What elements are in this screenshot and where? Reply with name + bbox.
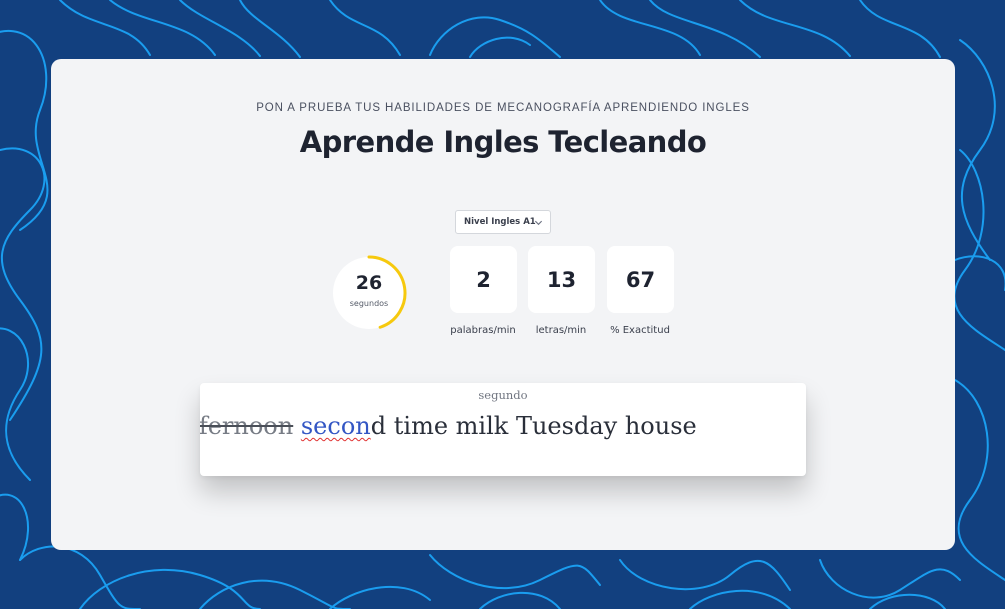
level-select[interactable]: Nivel Ingles A1 (455, 210, 551, 234)
page-subtitle: PON A PRUEBA TUS HABILIDADES DE MECANOGR… (256, 102, 750, 114)
accuracy-label: % Exactitud (610, 325, 670, 336)
timer-value: 26 (355, 272, 383, 294)
word-current: second (301, 412, 386, 440)
word-pending: Tuesday (515, 412, 618, 440)
level-select-label: Nivel Ingles A1 (464, 217, 536, 227)
cpm-box: 13 (528, 246, 595, 313)
word-incorrect: atfernoon (200, 412, 294, 440)
typing-area[interactable]: segundo tomorrow atfernoon second time m… (200, 383, 806, 476)
chevron-down-icon (534, 220, 543, 226)
main-card: PON A PRUEBA TUS HABILIDADES DE MECANOGR… (51, 59, 955, 550)
timer-unit: segundos (349, 299, 389, 308)
word-pending: house (624, 412, 697, 440)
word-current-typed: secon (300, 412, 371, 440)
wpm-box: 2 (450, 246, 517, 313)
word-pending: milk (455, 412, 509, 440)
page-title: Aprende Ingles Tecleando (299, 125, 707, 159)
word-pending: time (393, 412, 449, 440)
word-current-remaining: d (370, 412, 387, 440)
accuracy-box: 67 (607, 246, 674, 313)
word-stream: tomorrow atfernoon second time milk Tues… (200, 412, 697, 440)
translation-hint: segundo (478, 388, 528, 402)
timer: 26 segundos (331, 255, 407, 331)
